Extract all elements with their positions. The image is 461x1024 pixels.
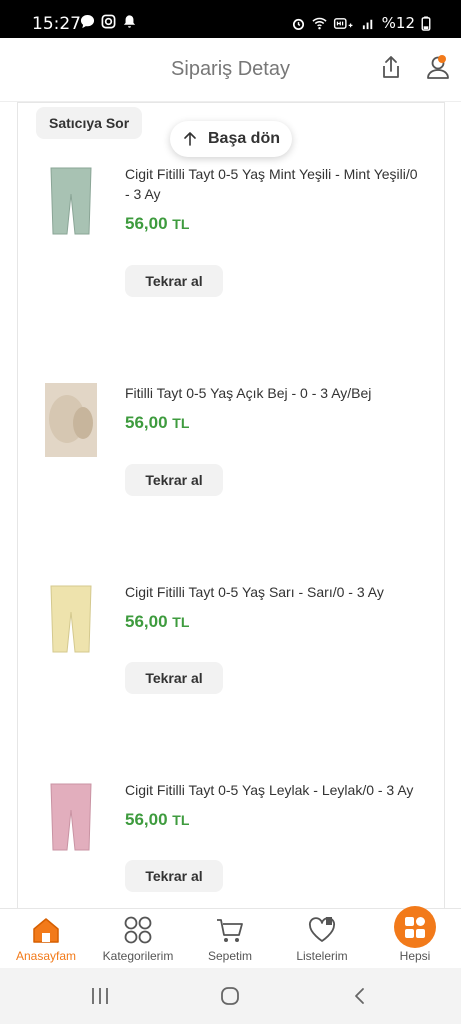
system-navigation-bar [0, 968, 461, 1024]
price-value: 56,00 [125, 810, 168, 829]
all-apps-icon [394, 906, 436, 948]
home-button-icon[interactable] [220, 986, 240, 1006]
order-item: Fitilli Tayt 0-5 Yaş Açık Bej - 0 - 3 Ay… [17, 383, 445, 579]
product-price: 56,00 TL [125, 612, 189, 632]
product-price: 56,00 TL [125, 810, 189, 830]
product-price: 56,00 TL [125, 214, 189, 234]
categories-icon [124, 916, 152, 944]
cart-icon [217, 919, 243, 942]
reorder-button[interactable]: Tekrar al [125, 464, 223, 496]
nav-item-all[interactable]: Hepsi [369, 906, 461, 969]
instagram-icon [101, 14, 116, 29]
price-value: 56,00 [125, 413, 168, 432]
arrow-up-icon [184, 132, 196, 146]
reorder-button[interactable]: Tekrar al [125, 265, 223, 297]
grid-icon [405, 917, 425, 938]
nav-item-lists[interactable]: Listelerim [276, 909, 368, 969]
bell-icon [123, 15, 136, 28]
product-name[interactable]: Cigit Fitilli Tayt 0-5 Yaş Leylak - Leyl… [125, 780, 425, 800]
bottom-navigation: Anasayfam Kategorilerim Sepetim Listeler… [0, 906, 461, 969]
price-currency: TL [172, 614, 190, 630]
product-price: 56,00 TL [125, 413, 189, 433]
nav-label: Hepsi [399, 949, 431, 963]
back-to-top-button[interactable]: Başa dön [170, 121, 292, 157]
status-time: 15:27 [32, 14, 81, 34]
battery-percent: %12 [381, 14, 415, 32]
nav-label: Listelerim [296, 949, 348, 963]
price-currency: TL [172, 216, 190, 232]
heart-list-icon [309, 917, 335, 942]
back-icon[interactable] [350, 986, 370, 1006]
nav-item-cart[interactable]: Sepetim [184, 909, 276, 969]
status-notification-icons [80, 14, 137, 29]
nav-item-home[interactable]: Anasayfam [0, 909, 92, 969]
signal-icon [362, 19, 372, 29]
ask-seller-button[interactable]: Satıcıya Sor [36, 107, 143, 139]
wifi-icon [312, 17, 327, 29]
share-icon[interactable] [378, 54, 404, 80]
product-image[interactable] [45, 164, 97, 238]
reorder-button[interactable]: Tekrar al [125, 662, 223, 694]
notification-badge [438, 55, 446, 63]
order-item: Cigit Fitilli Tayt 0-5 Yaş Leylak - Leyl… [17, 780, 445, 908]
nav-label: Sepetim [207, 949, 253, 963]
nav-item-categories[interactable]: Kategorilerim [92, 909, 184, 969]
order-detail-content[interactable]: Satıcıya Sor Başa dön Cigit Fitilli Tayt… [0, 102, 461, 908]
product-name[interactable]: Fitilli Tayt 0-5 Yaş Açık Bej - 0 - 3 Ay… [125, 383, 425, 403]
status-system-icons: %12 [291, 14, 431, 32]
price-value: 56,00 [125, 612, 168, 631]
battery-icon [421, 15, 431, 31]
product-image[interactable] [45, 780, 97, 854]
order-item: Cigit Fitilli Tayt 0-5 Yaş Mint Yeşili -… [17, 164, 445, 360]
price-currency: TL [172, 812, 190, 828]
status-bar: 15:27 %12 [0, 0, 461, 38]
chat-bubble-icon [80, 14, 95, 29]
home-icon [33, 918, 59, 943]
back-to-top-label: Başa dön [207, 130, 280, 147]
price-currency: TL [172, 415, 190, 431]
nav-label: Kategorilerim [102, 949, 174, 963]
reorder-button[interactable]: Tekrar al [125, 860, 223, 892]
recent-apps-icon[interactable] [90, 986, 110, 1006]
product-name[interactable]: Cigit Fitilli Tayt 0-5 Yaş Mint Yeşili -… [125, 164, 425, 204]
nav-label: Anasayfam [15, 949, 77, 963]
alarm-icon [292, 18, 304, 30]
hd-volte-icon [333, 17, 353, 29]
order-item: Cigit Fitilli Tayt 0-5 Yaş Sarı - Sarı/0… [17, 582, 445, 778]
product-image[interactable] [45, 383, 97, 457]
price-value: 56,00 [125, 214, 168, 233]
product-image[interactable] [45, 582, 97, 656]
product-name[interactable]: Cigit Fitilli Tayt 0-5 Yaş Sarı - Sarı/0… [125, 582, 425, 602]
